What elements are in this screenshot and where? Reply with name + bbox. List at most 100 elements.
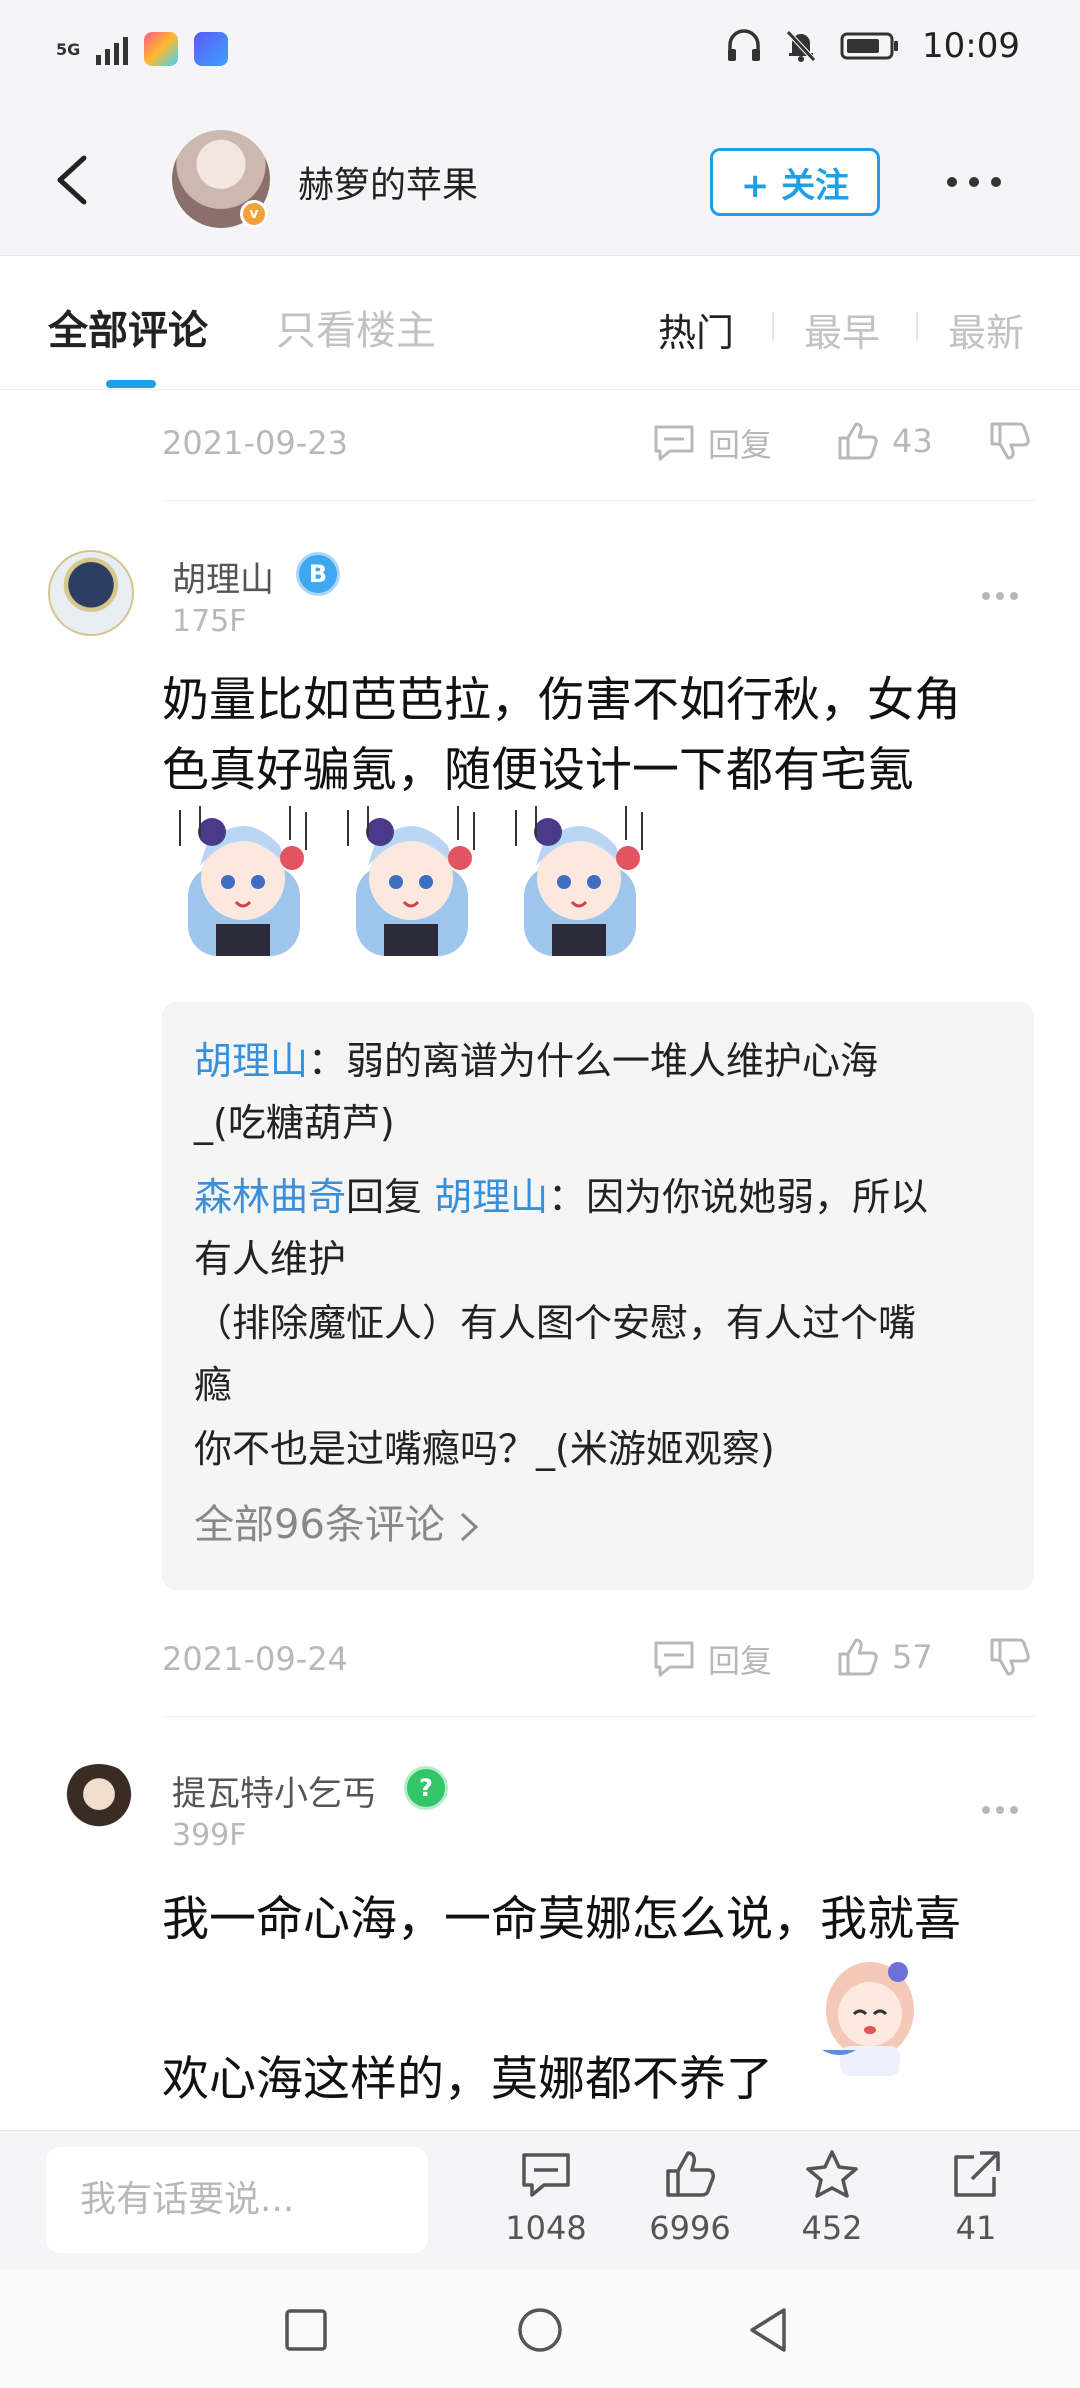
app-notification-icon [144, 32, 179, 66]
star-icon [806, 2150, 858, 2198]
reply-item: 森林曲奇回复 胡理山：因为你说她弱，所以 [194, 1166, 1014, 1228]
favorite-button[interactable]: 452 [782, 2149, 882, 2247]
commenter-name[interactable]: 胡理山 [172, 552, 274, 601]
like-count: 43 [892, 422, 933, 460]
floor-number: 175F [172, 604, 247, 639]
level-badge-label: B [308, 560, 328, 588]
author-name[interactable]: 赫箩的苹果 [298, 156, 478, 208]
thumbs-up-icon [838, 1638, 878, 1676]
sort-hot[interactable]: 热门 [658, 302, 734, 357]
thumbs-down-icon[interactable] [988, 420, 1032, 462]
floor-number: 399F [172, 1818, 247, 1853]
sticker-image[interactable] [506, 806, 652, 956]
reply-user[interactable]: 胡理山 [194, 1039, 308, 1083]
status-bar: 5G 10:09 [0, 0, 1080, 108]
like-count: 57 [892, 1638, 933, 1676]
comment-text-line: 色真好骗氪，随便设计一下都有宅氪 [162, 743, 914, 798]
comment-text: 奶量比如芭芭拉，伤害不如行秋，女角 色真好骗氪，随便设计一下都有宅氪 [162, 666, 1022, 806]
comments-count: 1048 [505, 2209, 587, 2247]
thumbs-down-icon[interactable] [988, 1636, 1032, 1678]
more-options-icon[interactable] [944, 172, 1004, 192]
home-icon[interactable] [516, 2306, 564, 2354]
sort-earliest[interactable]: 最早 [804, 302, 880, 357]
clock: 10:09 [922, 26, 1020, 66]
reply-button[interactable]: 回复 [652, 1636, 772, 1682]
reply-target-user[interactable]: 胡理山 [434, 1175, 548, 1219]
commenter-avatar[interactable] [56, 1764, 142, 1850]
reply-icon [654, 1641, 694, 1677]
comments-button[interactable]: 1048 [496, 2149, 596, 2247]
comment-input[interactable]: 我有话要说... [46, 2147, 428, 2253]
bottom-action-bar: 我有话要说... 1048 6996 452 41 [0, 2130, 1080, 2270]
thumbs-up-icon [838, 422, 878, 460]
reply-text-line: 有人维护 [194, 1237, 347, 1281]
follow-button[interactable]: + 关注 [710, 148, 880, 216]
shares-count: 41 [955, 2209, 997, 2247]
level-badge: ? [404, 1766, 448, 1810]
back-nav-icon[interactable] [746, 2306, 790, 2354]
comment-text-line: 奶量比如芭芭拉，伤害不如行秋，女角 [162, 673, 961, 728]
view-all-replies-link[interactable]: 全部96条评论 [194, 1492, 480, 1550]
comment-date: 2021-09-23 [162, 424, 348, 462]
comment-divider [162, 500, 1034, 501]
mute-bell-icon [786, 30, 816, 62]
active-tab-indicator [106, 380, 156, 388]
comment-more-icon[interactable] [980, 590, 1020, 602]
app-notification-icon-2 [194, 32, 229, 66]
sort-newest[interactable]: 最新 [948, 302, 1024, 357]
system-nav-bar [0, 2270, 1080, 2388]
commenter-avatar[interactable] [48, 550, 134, 636]
reply-label: 回复 [708, 1642, 773, 1680]
thumbs-up-icon [666, 2151, 715, 2197]
reply-text-line: 你不也是过嘴瘾吗？_(米游姬观察) [194, 1427, 775, 1471]
sort-divider [772, 312, 774, 340]
reply-icon [654, 425, 694, 461]
sort-divider [916, 312, 918, 340]
reply-text: ：因为你说她弱，所以 [548, 1175, 929, 1219]
reply-text-line: （排除魔怔人）有人图个安慰，有人过个嘴 [194, 1301, 917, 1345]
comment-meta-row: 2021-09-24 回复 57 [162, 1628, 1034, 1688]
comment-text-line: 我一命心海，一命莫娜怎么说，我就喜 [162, 1892, 961, 1947]
reply-connector: 回复 [346, 1175, 435, 1219]
reply-text-line: _(吃糖葫芦) [194, 1101, 395, 1145]
comment-more-icon[interactable] [980, 1804, 1020, 1816]
comment-text: 我一命心海，一命莫娜怎么说，我就喜 [162, 1880, 1022, 1960]
comment-date: 2021-09-24 [162, 1640, 348, 1678]
chevron-right-icon [460, 1512, 478, 1542]
reply-button[interactable]: 回复 [652, 420, 772, 466]
back-icon[interactable] [44, 150, 104, 210]
share-icon [954, 2151, 1000, 2197]
recent-apps-icon[interactable] [284, 2308, 328, 2352]
like-button[interactable]: 43 [836, 420, 933, 462]
network-label: 5G [56, 39, 81, 59]
comment-divider [162, 1716, 1034, 1717]
sticker-image[interactable] [170, 806, 316, 956]
view-all-replies-label: 全部96条评论 [194, 1502, 445, 1548]
reply-text: ：弱的离谱为什么一堆人维护心海 [308, 1039, 879, 1083]
reply-text-line: 瘾 [194, 1363, 233, 1407]
sticker-image[interactable] [800, 1950, 940, 2080]
comment-icon [522, 2153, 570, 2197]
like-button[interactable]: 57 [836, 1636, 933, 1678]
replies-box[interactable]: 胡理山：弱的离谱为什么一堆人维护心海 _(吃糖葫芦) 森林曲奇回复 胡理山：因为… [162, 1002, 1034, 1590]
commenter-name[interactable]: 提瓦特小乞丐 [172, 1766, 376, 1815]
reply-item: 胡理山：弱的离谱为什么一堆人维护心海 [194, 1030, 1014, 1092]
comment-tabs: 全部评论 只看楼主 热门 最早 最新 [0, 256, 1080, 390]
like-post-button[interactable]: 6996 [640, 2149, 740, 2247]
level-badge-label: ? [419, 1774, 433, 1802]
follow-label: + 关注 [740, 165, 850, 206]
headphones-icon [728, 29, 761, 61]
verified-badge: v [240, 200, 268, 228]
post-header: v 赫箩的苹果 + 关注 [0, 108, 1080, 256]
tab-all-comments[interactable]: 全部评论 [48, 298, 208, 356]
favorites-count: 452 [801, 2209, 863, 2247]
share-button[interactable]: 41 [926, 2149, 1026, 2247]
reply-user[interactable]: 森林曲奇 [194, 1175, 346, 1219]
battery-icon [840, 32, 899, 60]
sticker-image[interactable] [338, 806, 484, 956]
reply-label: 回复 [708, 426, 773, 464]
tab-owner-only[interactable]: 只看楼主 [276, 298, 436, 356]
level-badge: B [296, 552, 340, 596]
likes-count: 6996 [649, 2209, 731, 2247]
comment-input-placeholder: 我有话要说... [80, 2179, 295, 2220]
